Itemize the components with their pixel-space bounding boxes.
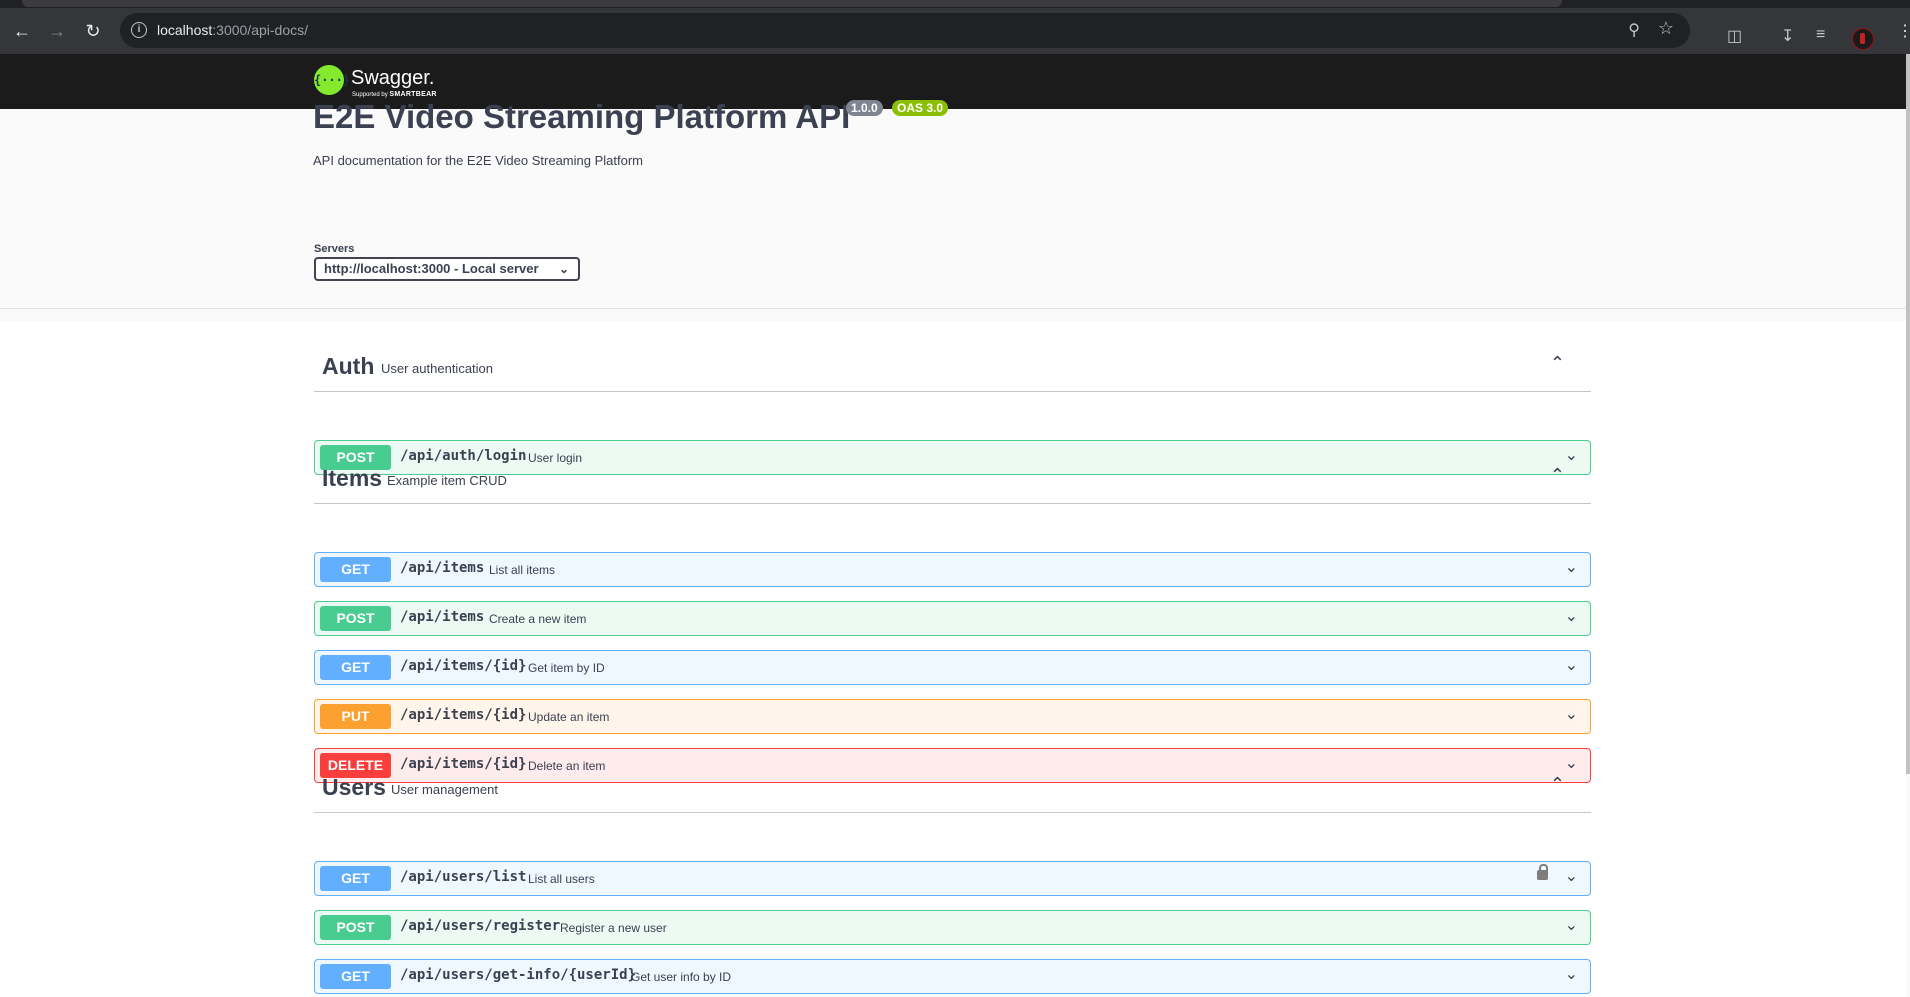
zoom-icon[interactable]: ⚲	[1628, 20, 1640, 40]
back-arrow-icon[interactable]: ←	[12, 21, 32, 41]
page-scrollbar[interactable]	[1906, 54, 1910, 774]
operation-path: /api/items/{id}	[400, 658, 527, 674]
operation-summary: List all items	[489, 563, 556, 577]
reload-icon[interactable]: ↻	[83, 21, 103, 41]
swagger-page: {···} Swagger. Supported by SMARTBEAR E2…	[0, 54, 1906, 997]
url-text[interactable]: localhost:3000/api-docs/	[157, 22, 308, 38]
chevron-down-icon[interactable]: ⌄	[1565, 915, 1578, 935]
download-icon[interactable]: ↧	[1781, 26, 1794, 46]
tag-auth[interactable]: Auth User authentication ⌃	[314, 341, 1591, 392]
operation-summary: Get user info by ID	[631, 970, 732, 984]
operation-get-user-info[interactable]: GET /api/users/get-info/{userId} Get use…	[314, 959, 1591, 994]
operation-put-item[interactable]: PUT /api/items/{id} Update an item ⌄	[314, 699, 1591, 734]
chevron-up-icon[interactable]: ⌃	[1550, 353, 1565, 374]
api-title: E2E Video Streaming Platform API	[313, 98, 851, 135]
swagger-logo-text: Swagger.	[351, 67, 435, 89]
operation-path: /api/items	[400, 609, 485, 625]
servers-dropdown[interactable]: http://localhost:3000 - Local server ⌄	[314, 257, 580, 281]
tab-strip	[0, 0, 1910, 8]
operation-post-items[interactable]: POST /api/items Create a new item ⌄	[314, 601, 1591, 636]
chevron-up-icon[interactable]: ⌃	[1550, 465, 1565, 486]
operation-summary: Register a new user	[560, 921, 667, 935]
method-badge: GET	[320, 557, 391, 582]
operation-summary: Update an item	[528, 710, 610, 724]
bookmark-star-icon[interactable]: ☆	[1658, 18, 1674, 39]
profile-avatar[interactable]	[1852, 28, 1874, 50]
swagger-topbar: {···} Swagger. Supported by SMARTBEAR	[0, 54, 1906, 109]
chevron-down-icon[interactable]: ⌄	[1565, 964, 1578, 984]
smartbear-text: Supported by SMARTBEAR	[352, 91, 437, 98]
operation-path: /api/users/list	[400, 869, 527, 885]
method-badge: GET	[320, 655, 391, 680]
media-control-icon[interactable]: ≡	[1816, 26, 1825, 44]
chevron-down-icon[interactable]: ⌄	[1565, 557, 1578, 577]
chevron-up-icon[interactable]: ⌃	[1550, 774, 1565, 795]
tag-description: User management	[391, 782, 498, 797]
method-badge: GET	[320, 866, 391, 891]
operation-get-item-by-id[interactable]: GET /api/items/{id} Get item by ID ⌄	[314, 650, 1591, 685]
browser-toolbar: ← → ↻ i localhost:3000/api-docs/ ⚲ ☆ ◫ ↧…	[0, 8, 1910, 54]
chevron-down-icon[interactable]: ⌄	[1565, 655, 1578, 675]
operation-path: /api/items/{id}	[400, 707, 527, 723]
divider	[0, 308, 1906, 309]
method-badge: POST	[320, 915, 391, 940]
site-info-icon[interactable]: i	[131, 22, 147, 38]
menu-icon[interactable]: ⋮	[1897, 24, 1910, 40]
address-bar[interactable]: i localhost:3000/api-docs/ ⚲ ☆	[120, 13, 1690, 48]
tag-description: User authentication	[381, 361, 494, 376]
method-badge: GET	[320, 964, 391, 989]
extensions-icon[interactable]: ◫	[1727, 26, 1742, 46]
operation-path: /api/users/get-info/{userId}	[400, 967, 637, 983]
chevron-down-icon[interactable]: ⌄	[1565, 866, 1578, 886]
api-description: API documentation for the E2E Video Stre…	[313, 153, 643, 168]
chevron-down-icon[interactable]: ⌄	[1565, 606, 1578, 626]
servers-label: Servers	[314, 243, 355, 255]
operation-summary: List all users	[528, 872, 595, 886]
tag-users[interactable]: Users User management ⌃	[314, 762, 1591, 813]
operation-summary: Get item by ID	[528, 661, 605, 675]
operation-path: /api/users/register	[400, 918, 561, 934]
method-badge: POST	[320, 606, 391, 631]
operation-summary: Create a new item	[489, 612, 587, 626]
lock-icon[interactable]	[1537, 864, 1548, 880]
operation-post-users-register[interactable]: POST /api/users/register Register a new …	[314, 910, 1591, 945]
method-badge: PUT	[320, 704, 391, 729]
operation-path: /api/items	[400, 560, 485, 576]
version-badge: 1.0.0	[846, 100, 883, 116]
forward-arrow-icon[interactable]: →	[47, 21, 67, 41]
info-section	[0, 109, 1906, 321]
active-tab[interactable]	[22, 0, 1562, 7]
oas-badge: OAS 3.0	[892, 100, 949, 116]
chevron-down-icon: ⌄	[558, 262, 569, 276]
swagger-logo-icon: {···}	[314, 65, 350, 95]
operation-get-items[interactable]: GET /api/items List all items ⌄	[314, 552, 1591, 587]
tag-description: Example item CRUD	[387, 473, 507, 488]
operation-get-users-list[interactable]: GET /api/users/list List all users ⌄	[314, 861, 1591, 896]
tag-items[interactable]: Items Example item CRUD ⌃	[314, 453, 1591, 504]
chevron-down-icon[interactable]: ⌄	[1565, 704, 1578, 724]
